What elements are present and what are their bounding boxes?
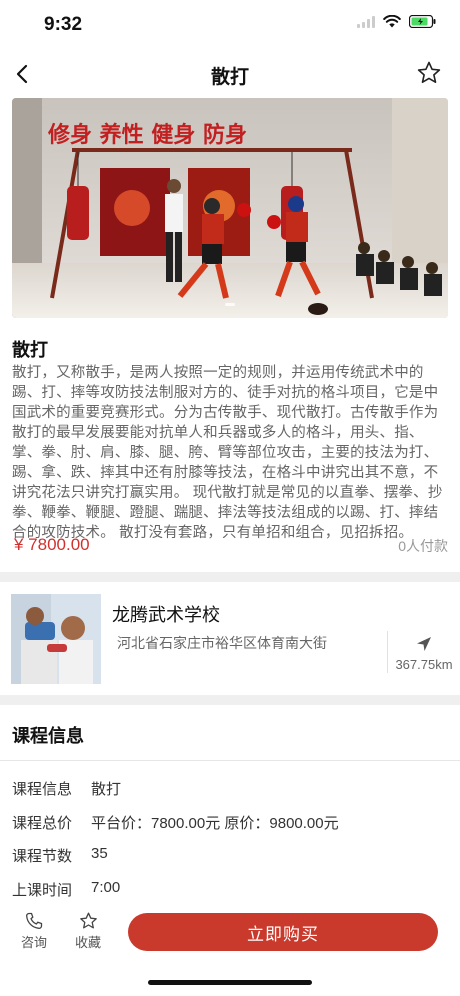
info-key: 课程总价 [12, 814, 73, 832]
bottom-action-bar: 咨询 收藏 立即购买 [0, 902, 460, 996]
course-name: 散打 [12, 340, 48, 360]
carousel-dot [225, 303, 235, 306]
favorite-label: 收藏 [74, 935, 101, 950]
info-row: 课程节数 35 [12, 845, 448, 879]
carousel-indicator [12, 303, 448, 306]
star-icon[interactable] [416, 60, 442, 86]
course-info-list: 课程信息 散打 课程总价 平台价：7800.00元 原价：9800.00元 课程… [12, 778, 448, 912]
status-bar: 9:32 [0, 0, 460, 50]
school-card[interactable]: 龙腾武术学校 河北省石家庄市裕华区体育南大街 367.75km [0, 583, 460, 695]
nav-bar: 散打 [0, 50, 460, 98]
school-thumbnail [11, 594, 101, 684]
status-time: 9:32 [44, 14, 83, 35]
phone-icon [26, 912, 43, 929]
page-title: 散打 [210, 67, 249, 88]
consult-button[interactable]: 咨询 [14, 912, 54, 951]
school-address: 河北省石家庄市裕华区体育南大街 [117, 635, 327, 651]
paid-count: 0人付款 [398, 538, 448, 554]
info-row: 课程信息 散打 [12, 778, 448, 812]
info-value: 35 [91, 845, 108, 862]
school-divider [387, 631, 388, 673]
navigation-arrow-icon [417, 637, 431, 651]
martial-arts-photo: 修身 养性 健身 防身 [12, 98, 448, 318]
wall-slogan: 修身 养性 健身 防身 [47, 122, 247, 148]
info-key: 上课时间 [12, 881, 73, 899]
navigate-button[interactable]: 367.75km [392, 635, 456, 672]
home-indicator [148, 980, 312, 985]
buy-now-button[interactable]: 立即购买 [128, 913, 438, 951]
section-divider [0, 572, 460, 582]
course-hero-image[interactable]: 修身 养性 健身 防身 [12, 98, 448, 318]
school-name: 龙腾武术学校 [112, 605, 220, 625]
info-row: 课程总价 平台价：7800.00元 原价：9800.00元 [12, 812, 448, 846]
school-distance: 367.75km [395, 657, 453, 672]
info-value: 平台价：7800.00元 原价：9800.00元 [91, 814, 339, 832]
info-value: 散打 [91, 781, 122, 798]
info-divider [0, 760, 460, 761]
course-info-title: 课程信息 [12, 726, 84, 746]
info-key: 课程节数 [12, 848, 73, 865]
course-description: 散打，又称散手，是两人按照一定的规则，并运用传统武术中的踢、打、摔等攻防技法制服… [12, 365, 443, 541]
section-divider [0, 695, 460, 705]
consult-label: 咨询 [20, 935, 47, 950]
course-price: ¥ 7800.00 [14, 535, 90, 554]
favorite-button[interactable]: 收藏 [68, 912, 108, 951]
battery-icon [409, 15, 436, 28]
star-icon [79, 912, 97, 929]
status-icons [357, 15, 436, 28]
info-value: 7:00 [91, 878, 121, 896]
cellular-signal-icon [357, 15, 375, 28]
school-photo [11, 594, 101, 684]
info-key: 课程信息 [12, 781, 73, 798]
wifi-icon [383, 15, 401, 28]
